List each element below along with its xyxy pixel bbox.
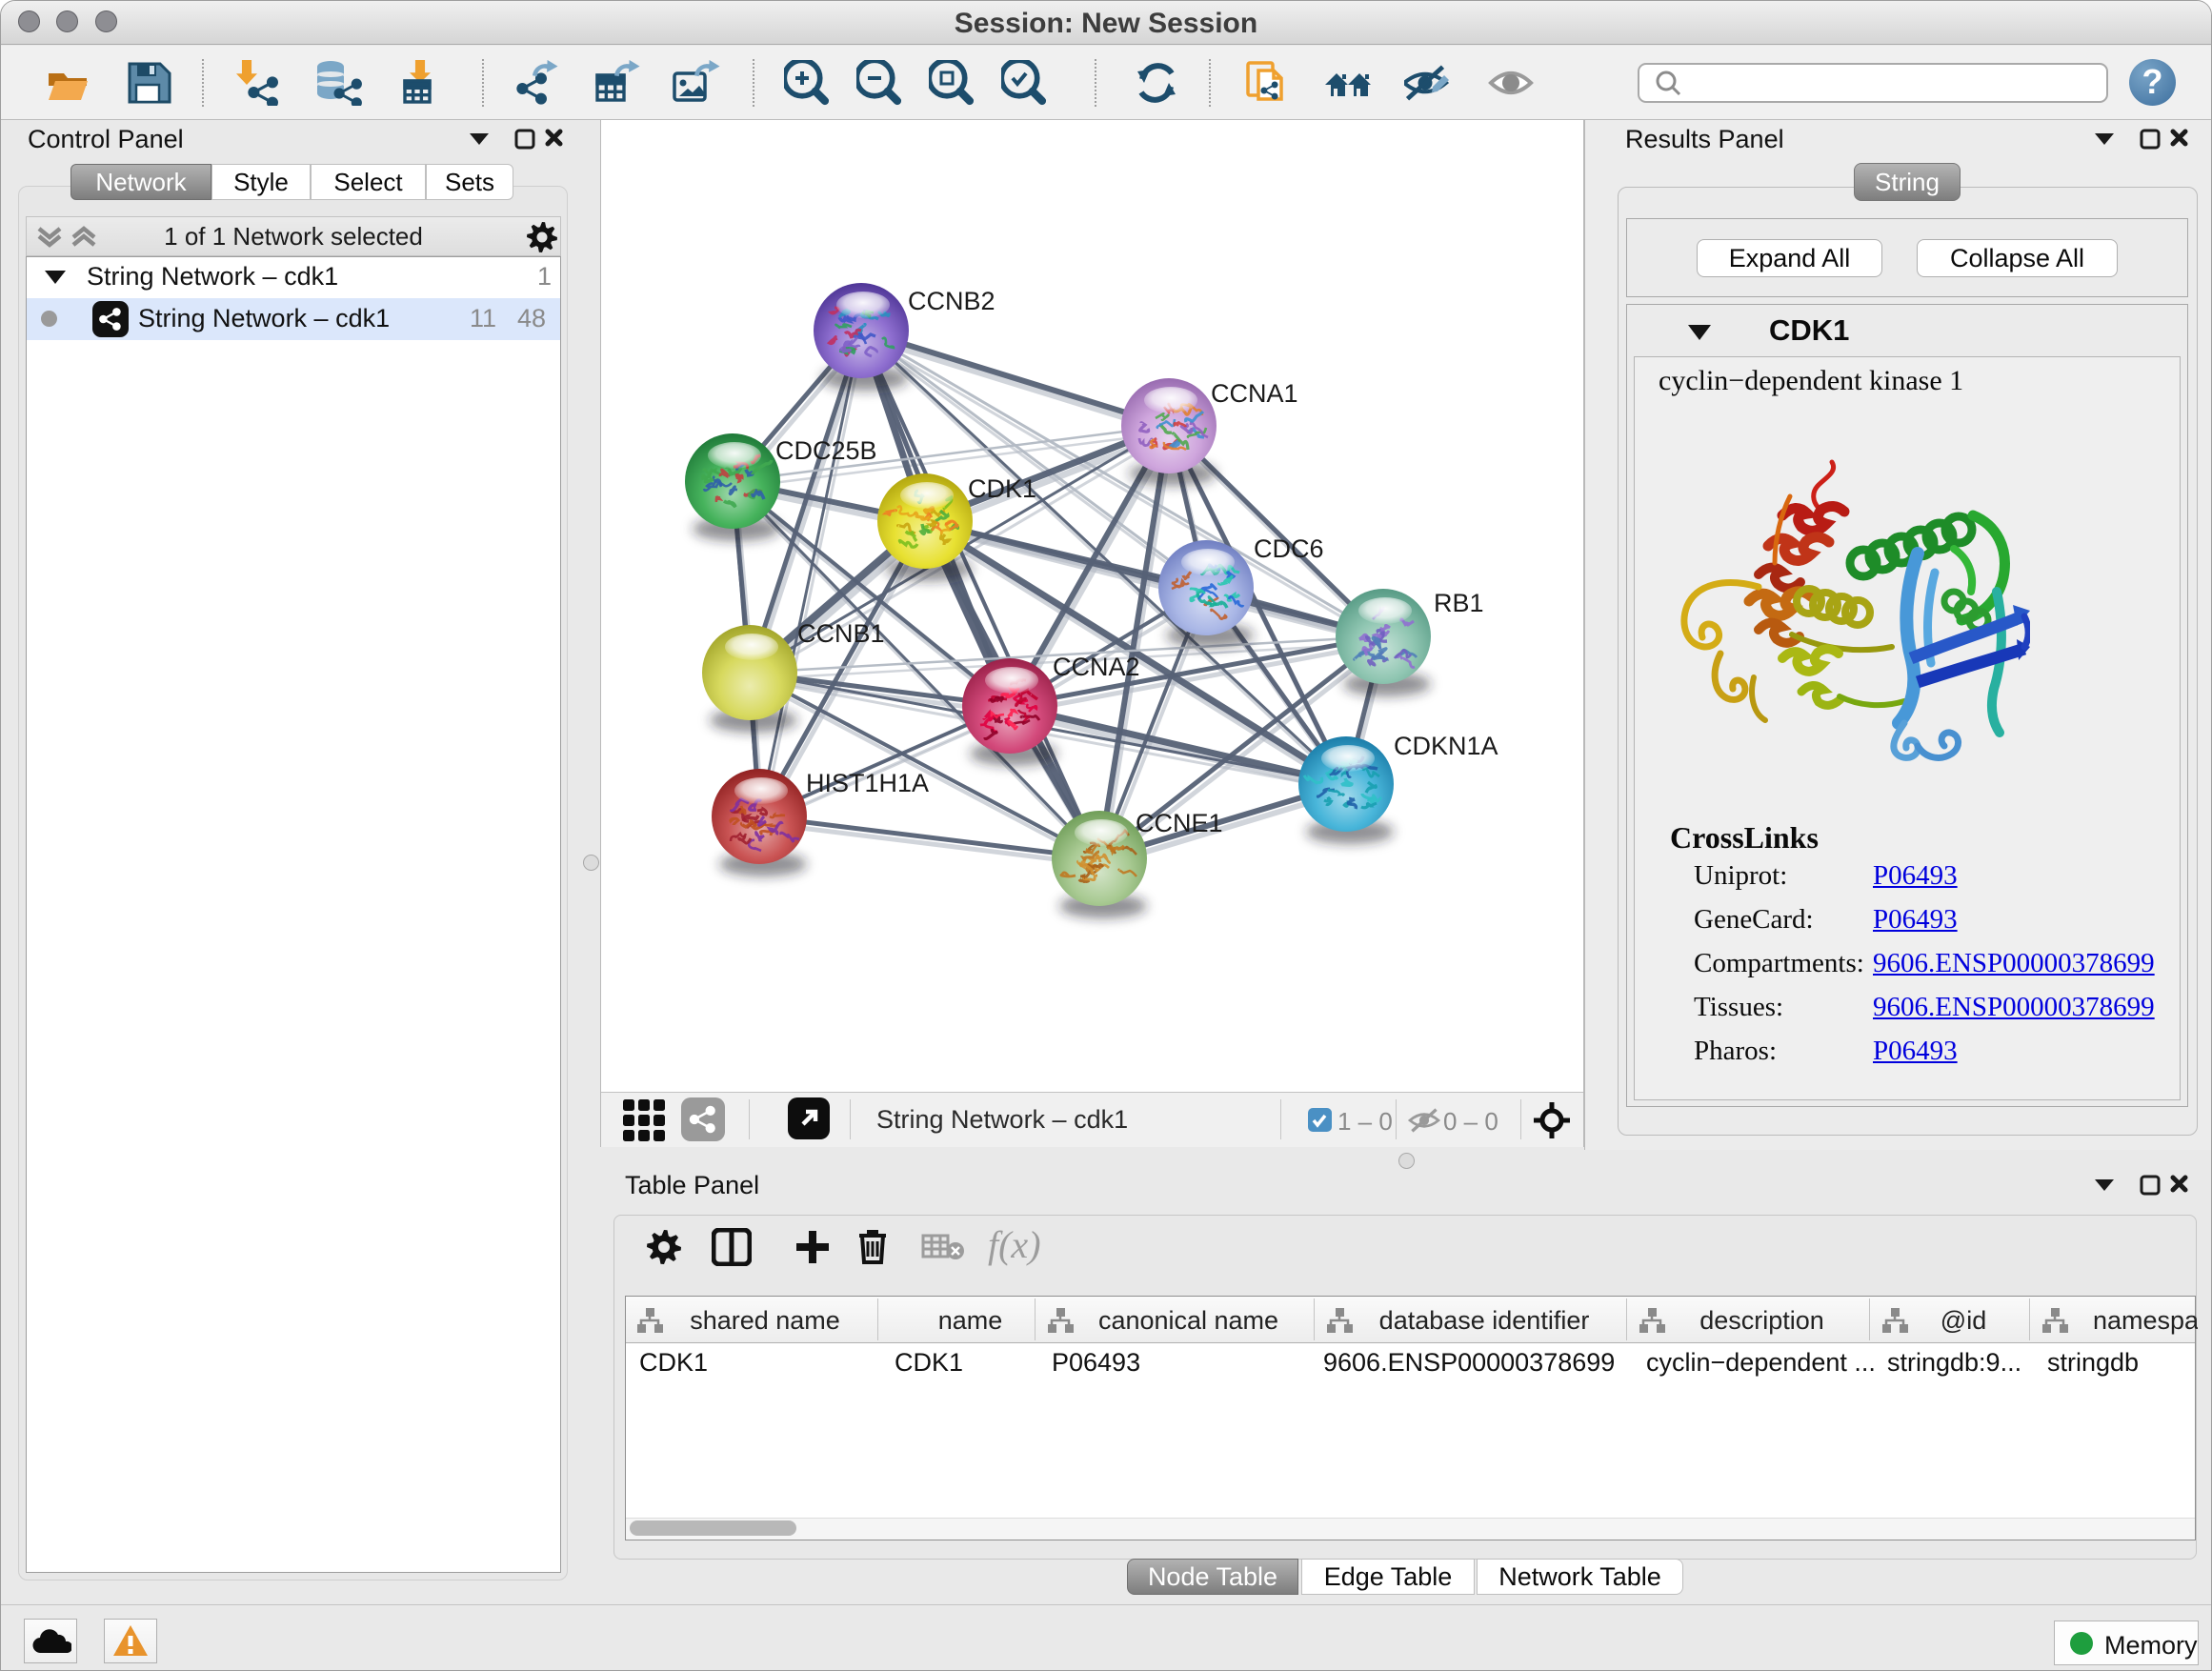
svg-text:HIST1H1A: HIST1H1A (806, 769, 929, 797)
svg-text:CDKN1A: CDKN1A (1394, 732, 1498, 760)
svg-text:CCNE1: CCNE1 (1136, 809, 1223, 837)
svg-text:CDC6: CDC6 (1254, 534, 1324, 563)
svg-text:CCNB2: CCNB2 (908, 287, 995, 315)
svg-text:CDC25B: CDC25B (775, 436, 877, 465)
svg-text:RB1: RB1 (1434, 589, 1484, 617)
svg-text:CCNA1: CCNA1 (1211, 379, 1298, 408)
svg-text:CCNB1: CCNB1 (797, 619, 885, 648)
svg-text:CDK1: CDK1 (968, 474, 1036, 503)
svg-text:CCNA2: CCNA2 (1053, 653, 1140, 681)
